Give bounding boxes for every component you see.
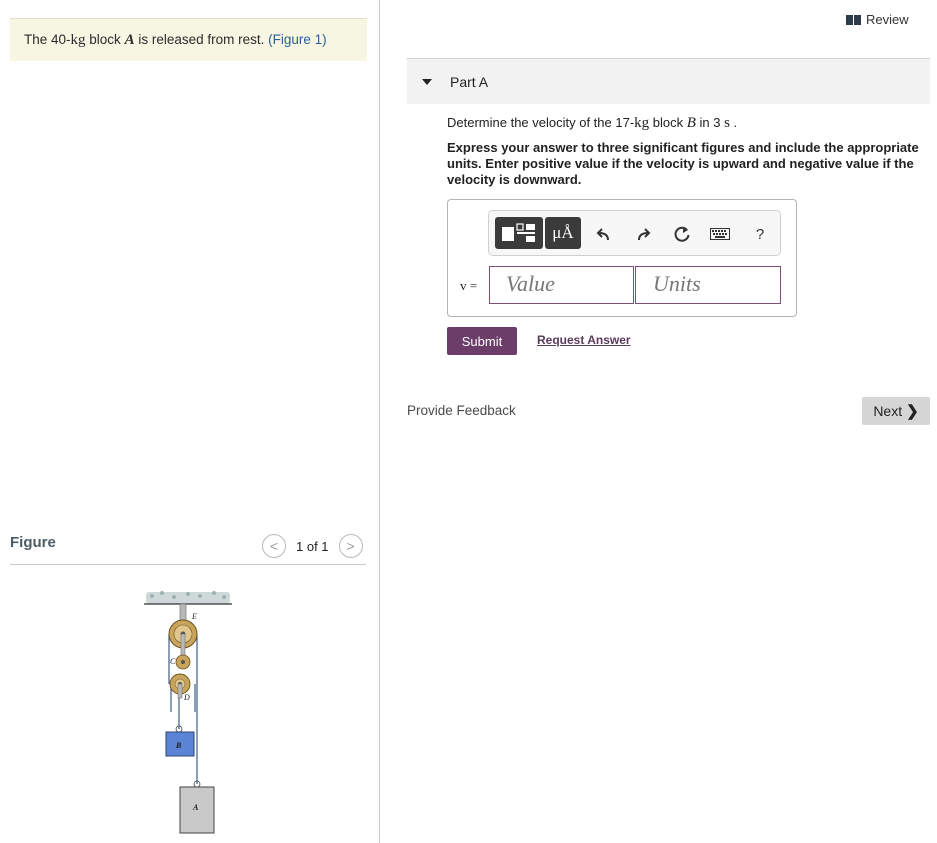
figure-page-count: 1 of 1: [296, 538, 329, 554]
label-c: C: [170, 657, 176, 666]
question-middle: block: [649, 115, 687, 130]
chevron-right-icon: ❯: [906, 403, 919, 420]
question-unit-kg: kg: [634, 115, 650, 131]
request-answer-link[interactable]: Request Answer: [537, 333, 631, 347]
block-b: B: [165, 725, 195, 757]
problem-prefix: The 40-: [24, 32, 71, 47]
review-label: Review: [866, 12, 909, 27]
question-text: Determine the velocity of the 17-kg bloc…: [447, 115, 737, 132]
next-button[interactable]: Next ❯: [862, 397, 930, 425]
next-label: Next: [873, 403, 903, 419]
submit-button[interactable]: Submit: [447, 327, 517, 355]
help-button[interactable]: ?: [749, 223, 771, 245]
review-link[interactable]: Review: [846, 12, 909, 27]
problem-suffix: is released from rest.: [134, 32, 269, 47]
label-e: E: [191, 612, 197, 621]
pulley-figure: E C D B A: [144, 591, 232, 834]
answer-instructions: Express your answer to three significant…: [447, 140, 919, 187]
value-input[interactable]: Value: [489, 266, 634, 304]
block-a: A: [179, 780, 215, 834]
part-a-header[interactable]: Part A: [407, 59, 930, 104]
math-toolbar: μÅ ?: [488, 210, 781, 256]
figure-pager: < 1 of 1 >: [262, 534, 363, 558]
label-d: D: [183, 693, 190, 702]
pane-divider[interactable]: [379, 0, 380, 843]
part-title: Part A: [450, 73, 489, 90]
pulley-c: C: [170, 654, 191, 670]
chevron-right-icon: >: [346, 538, 355, 554]
question-prefix: Determine the velocity of the 17-: [447, 115, 635, 130]
question-period: .: [729, 115, 738, 130]
reset-icon[interactable]: [671, 223, 693, 245]
label-a: A: [192, 803, 199, 812]
book-icon: [846, 14, 861, 25]
question-in: in 3: [695, 115, 725, 130]
keyboard-icon[interactable]: [709, 223, 731, 245]
ceiling: [144, 591, 232, 605]
problem-middle: block: [85, 32, 125, 47]
problem-statement: The 40-kg block A is released from rest.…: [10, 18, 367, 61]
problem-pane: The 40-kg block A is released from rest.…: [0, 0, 380, 843]
redo-icon[interactable]: [632, 223, 654, 245]
units-input[interactable]: Units: [635, 266, 781, 304]
answer-box: μÅ ? v = Value Units: [447, 199, 797, 317]
question-var-b: B: [686, 115, 696, 131]
provide-feedback-link[interactable]: Provide Feedback: [407, 403, 516, 418]
figure-divider: [10, 564, 366, 565]
problem-var-a: A: [124, 32, 135, 48]
figure-prev-button[interactable]: <: [262, 534, 286, 558]
templates-button[interactable]: [495, 217, 543, 249]
chevron-left-icon: <: [269, 538, 279, 554]
label-b: B: [175, 741, 182, 750]
templates-icon: [502, 223, 535, 242]
figure-link[interactable]: (Figure 1): [268, 32, 327, 47]
units-symbols-button[interactable]: μÅ: [545, 217, 581, 249]
figure-next-button[interactable]: >: [338, 534, 363, 558]
variable-label: v =: [460, 278, 478, 293]
pulley-d: D: [169, 673, 191, 702]
undo-icon[interactable]: [593, 223, 615, 245]
caret-down-icon: [422, 78, 432, 85]
figure-header: Figure: [10, 534, 56, 551]
problem-unit-kg: kg: [70, 32, 86, 48]
pulley-e: E: [168, 612, 198, 663]
